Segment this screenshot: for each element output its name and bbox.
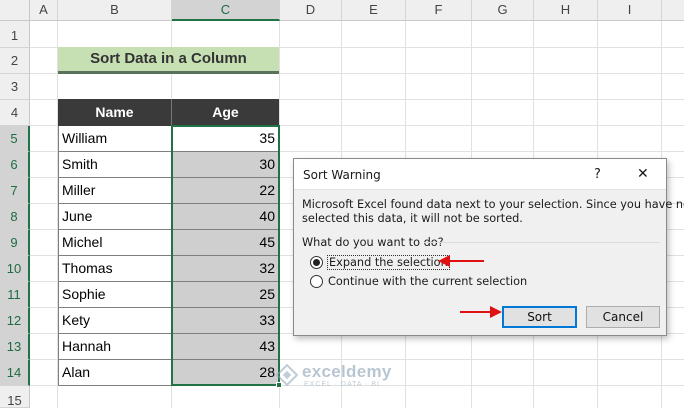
column-header-d[interactable]: D xyxy=(280,0,342,21)
watermark-name: exceldemy xyxy=(302,362,392,381)
row-header-2[interactable]: 2 xyxy=(0,48,30,74)
radio-label-continue[interactable]: Continue with the current selection xyxy=(328,275,527,288)
column-header-c[interactable]: C xyxy=(172,0,280,21)
dialog-title: Sort Warning xyxy=(303,168,381,182)
row-header-15[interactable]: 15 xyxy=(0,386,30,408)
name-cell[interactable]: Miller xyxy=(58,178,172,204)
dialog-message-line2: selected this data, it will not be sorte… xyxy=(302,212,523,225)
help-icon[interactable]: ? xyxy=(594,167,601,182)
radio-button-checked[interactable] xyxy=(310,256,323,269)
sheet-title[interactable]: Sort Data in a Column xyxy=(58,47,279,74)
name-cell[interactable]: Kety xyxy=(58,308,172,334)
row-header-9[interactable]: 9 xyxy=(0,230,30,256)
radio-expand-selection[interactable]: Expand the selection xyxy=(310,255,450,271)
name-cell[interactable]: Sophie xyxy=(58,282,172,308)
name-cell[interactable]: Michel xyxy=(58,230,172,256)
dialog-titlebar[interactable]: Sort Warning ? ✕ xyxy=(294,159,666,190)
dialog-message-line1: Microsoft Excel found data next to your … xyxy=(302,198,684,211)
name-cell[interactable]: Alan xyxy=(58,360,172,386)
sort-button[interactable]: Sort xyxy=(502,306,577,328)
row-header-5[interactable]: 5 xyxy=(0,126,30,152)
radio-label-expand[interactable]: Expand the selection xyxy=(327,255,450,270)
cancel-button[interactable]: Cancel xyxy=(586,306,660,328)
arrow-to-sort-icon xyxy=(460,306,502,318)
select-all-corner[interactable] xyxy=(0,0,30,21)
column-header-blank xyxy=(662,0,684,21)
row-header-13[interactable]: 13 xyxy=(0,334,30,360)
dialog-separator xyxy=(424,242,660,243)
row-header-6[interactable]: 6 xyxy=(0,152,30,178)
table-header-age[interactable]: Age xyxy=(172,99,279,126)
name-cell[interactable]: Hannah xyxy=(58,334,172,360)
row-header-8[interactable]: 8 xyxy=(0,204,30,230)
row-header-12[interactable]: 12 xyxy=(0,308,30,334)
name-cell[interactable]: Thomas xyxy=(58,256,172,282)
column-header-f[interactable]: F xyxy=(406,0,472,21)
arrow-to-expand-icon xyxy=(438,255,484,267)
radio-continue-selection[interactable]: Continue with the current selection xyxy=(310,274,530,290)
column-header-g[interactable]: G xyxy=(472,0,534,21)
column-header-i[interactable]: I xyxy=(598,0,662,21)
row-header-10[interactable]: 10 xyxy=(0,256,30,282)
name-cell[interactable]: Smith xyxy=(58,152,172,178)
close-icon[interactable]: ✕ xyxy=(637,166,649,182)
name-cell[interactable]: William xyxy=(58,126,172,152)
row-header-4[interactable]: 4 xyxy=(0,100,30,126)
row-header-11[interactable]: 11 xyxy=(0,282,30,308)
watermark: exceldemy EXCEL · DATA · BI xyxy=(276,360,426,390)
exceldemy-logo-icon xyxy=(276,364,298,386)
column-header-e[interactable]: E xyxy=(342,0,406,21)
table-header-name[interactable]: Name xyxy=(58,99,172,126)
selection-border xyxy=(171,125,280,386)
row-header-1[interactable]: 1 xyxy=(0,21,30,48)
watermark-tagline: EXCEL · DATA · BI xyxy=(304,381,380,388)
column-header-h[interactable]: H xyxy=(534,0,598,21)
row-header-3[interactable]: 3 xyxy=(0,74,30,100)
row-header-7[interactable]: 7 xyxy=(0,178,30,204)
dialog-question: What do you want to do? xyxy=(302,236,444,249)
row-header-14[interactable]: 14 xyxy=(0,360,30,386)
column-header-a[interactable]: A xyxy=(30,0,58,21)
column-header-b[interactable]: B xyxy=(58,0,172,21)
radio-button-unchecked[interactable] xyxy=(310,275,323,288)
name-cell[interactable]: June xyxy=(58,204,172,230)
